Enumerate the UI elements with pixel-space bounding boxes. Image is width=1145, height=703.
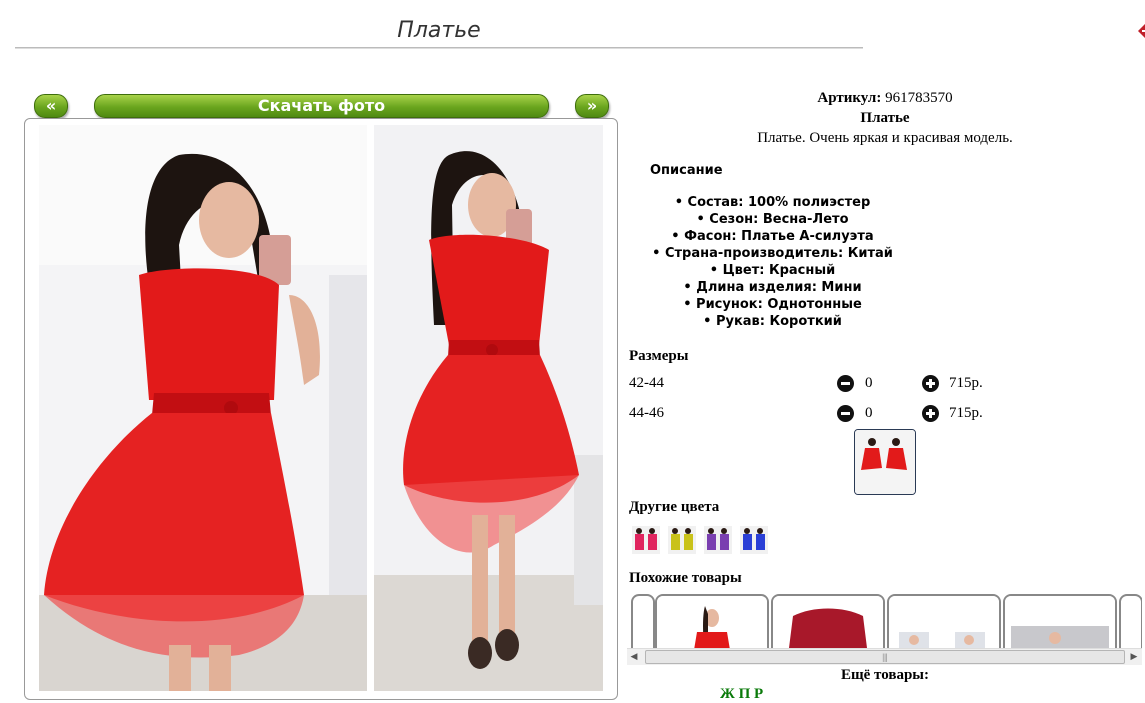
- description-item: • Длина изделия: Мини: [683, 280, 862, 295]
- more-products-links[interactable]: Ж П Р: [720, 686, 763, 703]
- more-products-heading: Ещё товары:: [840, 667, 930, 683]
- similar-product-card[interactable]: [1003, 594, 1117, 648]
- description-item: • Состав: 100% полиэстер: [674, 195, 871, 210]
- similar-product-card[interactable]: [631, 594, 655, 648]
- horizontal-scrollbar[interactable]: ◀ ||| ▶: [627, 648, 1142, 665]
- size-row: 44-46 0 715р.: [629, 403, 1129, 425]
- product-photo-2[interactable]: [374, 125, 603, 691]
- color-swatch-purple[interactable]: [704, 526, 732, 554]
- color-swatch-yellow[interactable]: [668, 526, 696, 554]
- sizes-heading: Размеры: [629, 348, 689, 364]
- other-colors-heading: Другие цвета: [629, 499, 720, 515]
- similar-product-card[interactable]: [1119, 594, 1142, 648]
- description-item: • Страна-производитель: Китай: [652, 246, 893, 261]
- minus-circle-icon[interactable]: [837, 405, 854, 422]
- size-label: 42-44: [629, 375, 664, 391]
- description-item: • Цвет: Красный: [709, 263, 836, 278]
- title-divider: [15, 47, 863, 49]
- selected-color-thumbnail[interactable]: [854, 429, 916, 495]
- similar-product-card[interactable]: [771, 594, 885, 648]
- product-name: Платье: [860, 110, 910, 126]
- color-swatch-blue[interactable]: [740, 526, 768, 554]
- scroll-left-arrow-icon[interactable]: ◀: [627, 651, 641, 663]
- size-label: 44-46: [629, 405, 664, 421]
- description-item: • Фасон: Платье А-силуэта: [671, 229, 874, 244]
- article-value: 961783570: [885, 90, 953, 106]
- prev-photo-button[interactable]: «: [34, 94, 68, 118]
- scrollbar-thumb[interactable]: |||: [645, 650, 1125, 664]
- article-line: Артикул: 961783570: [629, 90, 1141, 107]
- download-photo-button[interactable]: Скачать фото: [94, 94, 549, 118]
- description-item: • Рисунок: Однотонные: [683, 297, 862, 312]
- product-photo-1[interactable]: [39, 125, 367, 691]
- size-row: 42-44 0 715р.: [629, 373, 1129, 395]
- size-quantity: 0: [865, 405, 873, 421]
- minus-circle-icon[interactable]: [837, 375, 854, 392]
- similar-product-card[interactable]: [655, 594, 769, 648]
- article-label: Артикул:: [817, 90, 882, 106]
- scroll-right-arrow-icon[interactable]: ▶: [1127, 651, 1141, 663]
- similar-products-strip: [627, 592, 1142, 648]
- description-list: • Состав: 100% полиэстер • Сезон: Весна-…: [630, 194, 915, 330]
- next-photo-button[interactable]: »: [575, 94, 609, 118]
- product-short-description: Платье. Очень яркая и красивая модель.: [757, 130, 1013, 146]
- size-price: 715р.: [949, 375, 983, 391]
- plus-circle-icon[interactable]: [922, 375, 939, 392]
- color-swatch-pink[interactable]: [632, 526, 660, 554]
- similar-product-card[interactable]: [887, 594, 1001, 648]
- page-title: Платье: [397, 18, 481, 43]
- size-price: 715р.: [949, 405, 983, 421]
- plus-circle-icon[interactable]: [922, 405, 939, 422]
- description-item: • Рукав: Короткий: [703, 314, 842, 329]
- description-item: • Сезон: Весна-Лето: [696, 212, 849, 227]
- size-quantity: 0: [865, 375, 873, 391]
- similar-products-heading: Похожие товары: [629, 570, 742, 586]
- close-icon[interactable]: [1137, 22, 1145, 46]
- photo-frame: [24, 118, 618, 700]
- description-heading: Описание: [650, 163, 723, 178]
